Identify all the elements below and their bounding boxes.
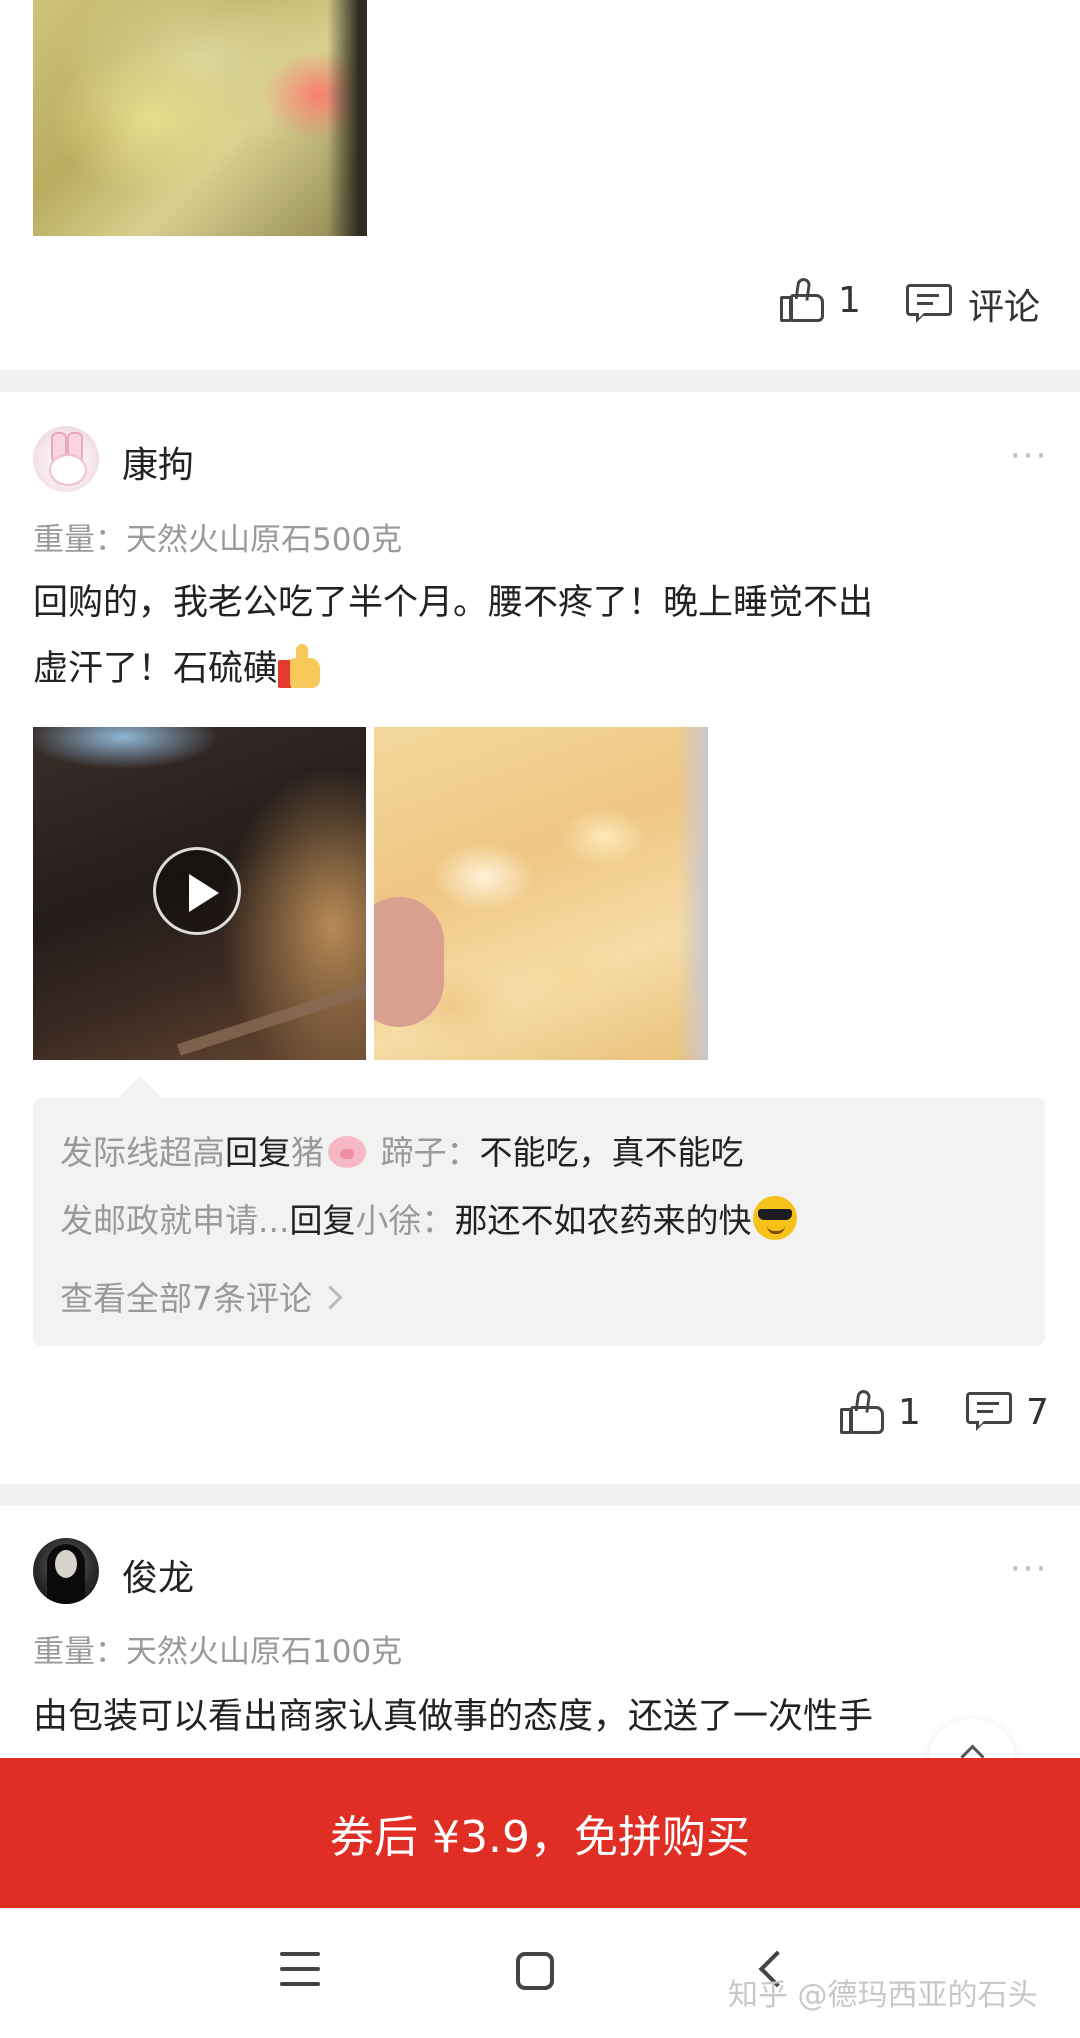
- comment-target-tail[interactable]: 蹄子: [370, 1133, 446, 1172]
- review-video-thumbnail[interactable]: [33, 727, 366, 1060]
- avatar[interactable]: [33, 426, 99, 492]
- home-icon[interactable]: [516, 1952, 554, 1990]
- comment-icon: [966, 1390, 1014, 1434]
- comment-button[interactable]: 评论: [906, 278, 1040, 330]
- buy-button-label: 券后 ¥3.9，免拼购买: [330, 1812, 750, 1863]
- comment-target[interactable]: 猪: [291, 1133, 324, 1172]
- thumbs-up-icon: [840, 1389, 886, 1434]
- menu-icon[interactable]: [280, 1952, 320, 1988]
- chevron-right-icon: [318, 1285, 343, 1310]
- section-divider: [0, 370, 1080, 392]
- username[interactable]: 康拘: [122, 436, 194, 488]
- watermark: 知乎 @德玛西亚的石头: [728, 1978, 1038, 2013]
- play-icon[interactable]: [153, 847, 241, 935]
- avatar[interactable]: [33, 1538, 99, 1604]
- more-options-icon[interactable]: ···: [1010, 436, 1048, 476]
- like-count: 1: [898, 1391, 921, 1433]
- thumbs-up-icon: [780, 277, 826, 322]
- comment-count: 7: [1026, 1391, 1049, 1433]
- section-divider: [0, 1484, 1080, 1506]
- sunglasses-emoji-icon: [753, 1196, 798, 1240]
- view-all-comments-link[interactable]: 查看全部7条评论: [60, 1272, 343, 1320]
- product-spec: 重量：天然火山原石500克: [33, 522, 403, 558]
- comment-item[interactable]: 发际线超高回复猪 蹄子：不能吃，真不能吃: [60, 1126, 744, 1174]
- buy-button[interactable]: 券后 ¥3.9，免拼购买: [0, 1758, 1080, 1908]
- review-text-segment: 虚汗了！石硫磺: [33, 649, 279, 689]
- product-spec: 重量：天然火山原石100克: [33, 1634, 403, 1670]
- comment-item[interactable]: 发邮政就申请...回复小徐：那还不如农药来的快: [60, 1194, 798, 1242]
- review-photo-rock[interactable]: [33, 0, 367, 236]
- like-button[interactable]: 1: [780, 277, 861, 322]
- comment-box-pointer: [118, 1076, 162, 1098]
- comment-button[interactable]: 7: [966, 1390, 1049, 1434]
- comment-reply-word: 回复: [289, 1201, 356, 1240]
- like-count: 1: [838, 279, 861, 321]
- comment-user[interactable]: 发际线超高: [60, 1133, 225, 1172]
- review-text: 回购的，我老公吃了半个月。腰不疼了！晚上睡觉不出 虚汗了！石硫磺: [33, 570, 1043, 702]
- comment-label: 评论: [968, 287, 1041, 328]
- review-text-line: 虚汗了！石硫磺: [33, 636, 1043, 702]
- thumbs-up-emoji-icon: [278, 644, 322, 688]
- pig-icon: [328, 1136, 366, 1168]
- more-options-icon[interactable]: ···: [1010, 1549, 1048, 1589]
- comment-icon: [906, 282, 954, 326]
- comment-reply-word: 回复: [225, 1133, 291, 1172]
- username[interactable]: 俊龙: [122, 1549, 194, 1601]
- review-text-line: 回购的，我老公吃了半个月。腰不疼了！晚上睡觉不出: [33, 583, 874, 623]
- review-text-line: 由包装可以看出商家认真做事的态度，还送了一次性手: [33, 1697, 874, 1737]
- like-button[interactable]: 1: [840, 1389, 921, 1434]
- view-all-label: 查看全部7条评论: [60, 1279, 312, 1318]
- comment-target[interactable]: 小徐: [355, 1201, 421, 1240]
- review-text: 由包装可以看出商家认真做事的态度，还送了一次性手: [33, 1684, 1043, 1750]
- comment-user[interactable]: 发邮政就申请...: [60, 1201, 289, 1240]
- comment-text: 不能吃，真不能吃: [479, 1133, 744, 1172]
- review-photo-bag[interactable]: [374, 727, 708, 1060]
- comment-text: 那还不如农药来的快: [454, 1201, 752, 1240]
